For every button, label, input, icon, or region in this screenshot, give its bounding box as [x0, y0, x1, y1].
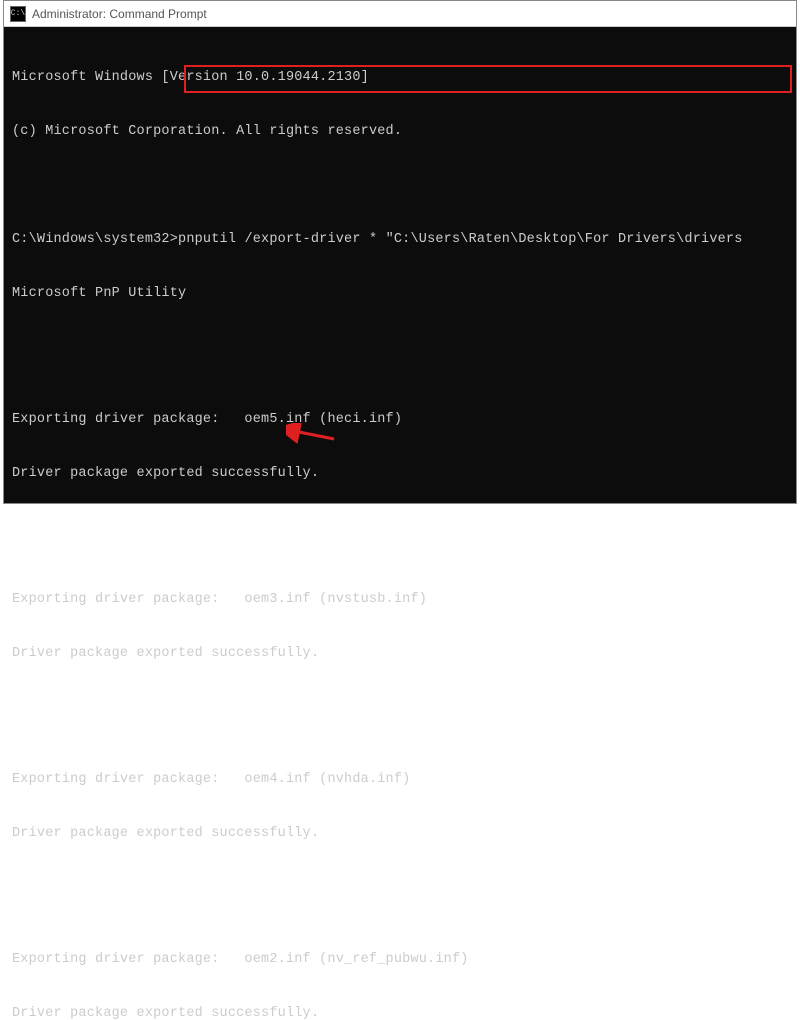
export-line: Exporting driver package: oem4.inf (nvhd… [12, 771, 788, 789]
blank-line [12, 879, 788, 897]
blank-line [12, 177, 788, 195]
terminal-area[interactable]: Microsoft Windows [Version 10.0.19044.21… [4, 27, 796, 1020]
export-line: Exporting driver package: oem5.inf (heci… [12, 411, 788, 429]
export-status: Driver package exported successfully. [12, 465, 788, 483]
titlebar[interactable]: C:\ Administrator: Command Prompt [4, 1, 796, 27]
export-status: Driver package exported successfully. [12, 825, 788, 843]
export-status: Driver package exported successfully. [12, 645, 788, 663]
export-line: Exporting driver package: oem3.inf (nvst… [12, 591, 788, 609]
command-prompt-window: C:\ Administrator: Command Prompt Micros… [3, 0, 797, 504]
prompt-path: C:\Windows\system32> [12, 232, 178, 247]
blank-line [12, 339, 788, 357]
cmd-icon: C:\ [10, 6, 26, 22]
banner-line: Microsoft Windows [Version 10.0.19044.21… [12, 69, 788, 87]
banner-line: (c) Microsoft Corporation. All rights re… [12, 123, 788, 141]
utility-name: Microsoft PnP Utility [12, 285, 788, 303]
blank-line [12, 519, 788, 537]
command-text: pnputil /export-driver * "C:\Users\Raten… [178, 232, 743, 247]
export-line: Exporting driver package: oem2.inf (nv_r… [12, 951, 788, 969]
blank-line [12, 699, 788, 717]
prompt-line: C:\Windows\system32>pnputil /export-driv… [12, 231, 788, 249]
export-status: Driver package exported successfully. [12, 1005, 788, 1020]
window-title: Administrator: Command Prompt [32, 7, 207, 21]
